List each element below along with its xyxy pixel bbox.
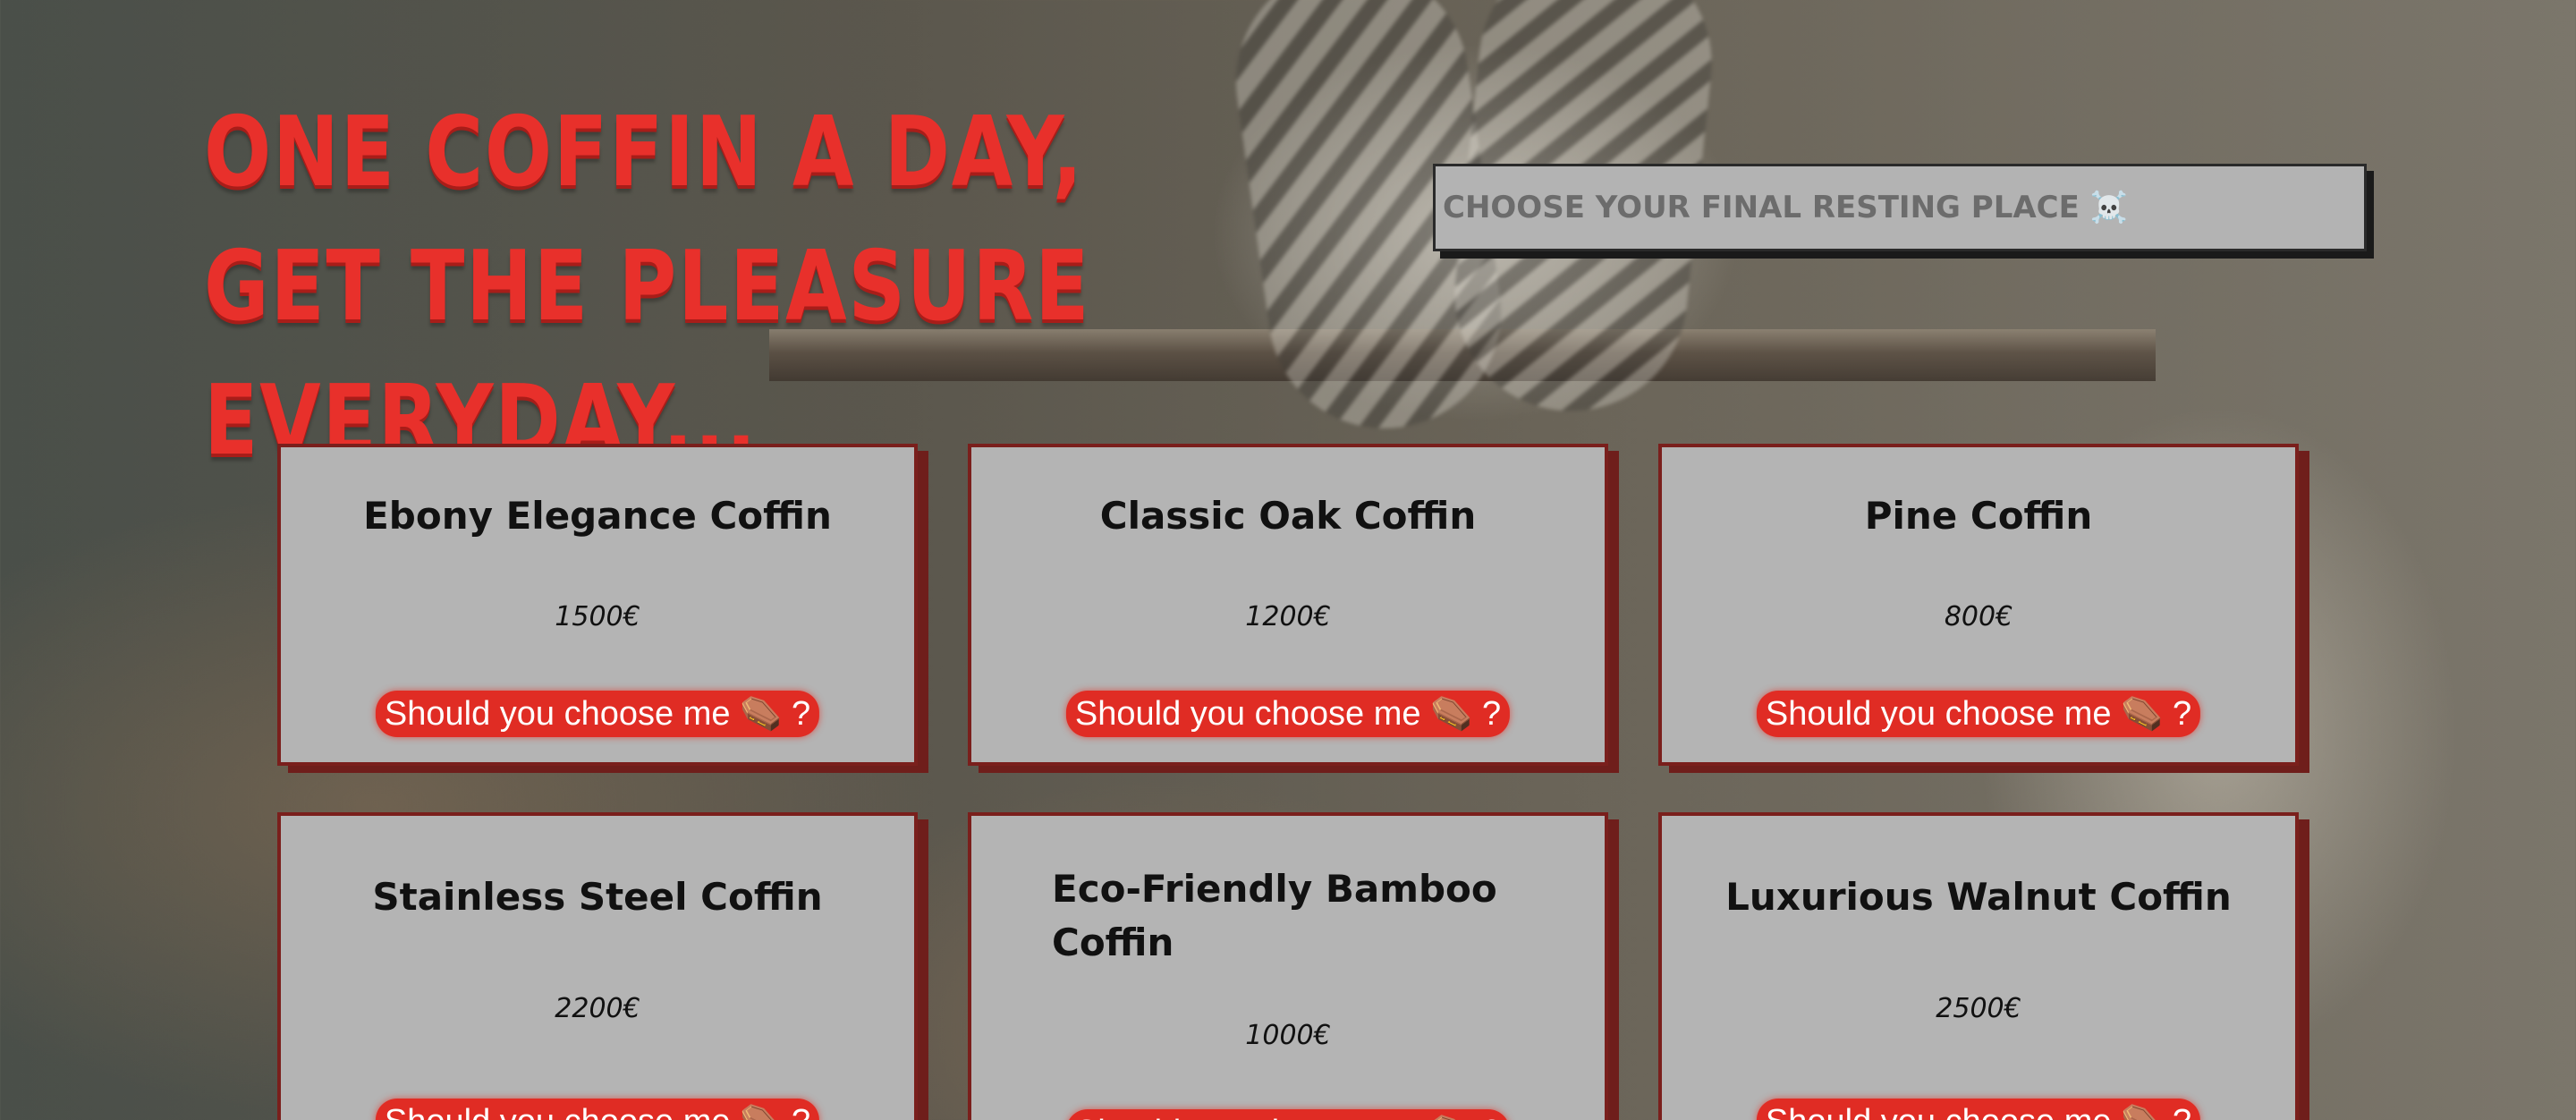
product-price: 2500€ (1936, 993, 2021, 1024)
choose-button[interactable]: Should you choose me ⚰️ ? (1065, 691, 1511, 737)
choose-button[interactable]: Should you choose me ⚰️ ? (1756, 1099, 2201, 1120)
product-card: Eco-Friendly Bamboo Coffin 1000€ Should … (968, 812, 1608, 1120)
product-card: Pine Coffin 800€ Should you choose me ⚰️… (1658, 444, 2299, 766)
product-price: 1000€ (1245, 1020, 1331, 1051)
product-name: Classic Oak Coffin (1099, 494, 1477, 538)
product-name: Luxurious Walnut Coffin (1725, 875, 2232, 919)
page-title: One coffin a day, get the pleasure every… (204, 97, 1091, 477)
choose-button[interactable]: Should you choose me ⚰️ ? (1756, 691, 2201, 737)
choose-button[interactable]: Should you choose me ⚰️ ? (375, 1099, 820, 1120)
product-name: Pine Coffin (1864, 494, 2093, 538)
product-card: Ebony Elegance Coffin 1500€ Should you c… (277, 444, 918, 766)
product-name: Eco-Friendly Bamboo Coffin (1052, 867, 1497, 964)
search-field[interactable] (1433, 164, 2367, 251)
product-name: Stainless Steel Coffin (372, 875, 823, 919)
search-input[interactable] (1441, 165, 2364, 250)
product-card: Luxurious Walnut Coffin 2500€ Should you… (1658, 812, 2299, 1120)
product-price: 1500€ (555, 601, 640, 632)
product-name: Ebony Elegance Coffin (363, 494, 832, 538)
product-price: 2200€ (555, 993, 640, 1024)
choose-button[interactable]: Should you choose me ⚰️ ? (1065, 1109, 1511, 1120)
product-price: 1200€ (1245, 601, 1331, 632)
choose-button[interactable]: Should you choose me ⚰️ ? (375, 691, 820, 737)
product-card: Stainless Steel Coffin 2200€ Should you … (277, 812, 918, 1120)
product-price: 800€ (1944, 601, 2013, 632)
product-card: Classic Oak Coffin 1200€ Should you choo… (968, 444, 1608, 766)
